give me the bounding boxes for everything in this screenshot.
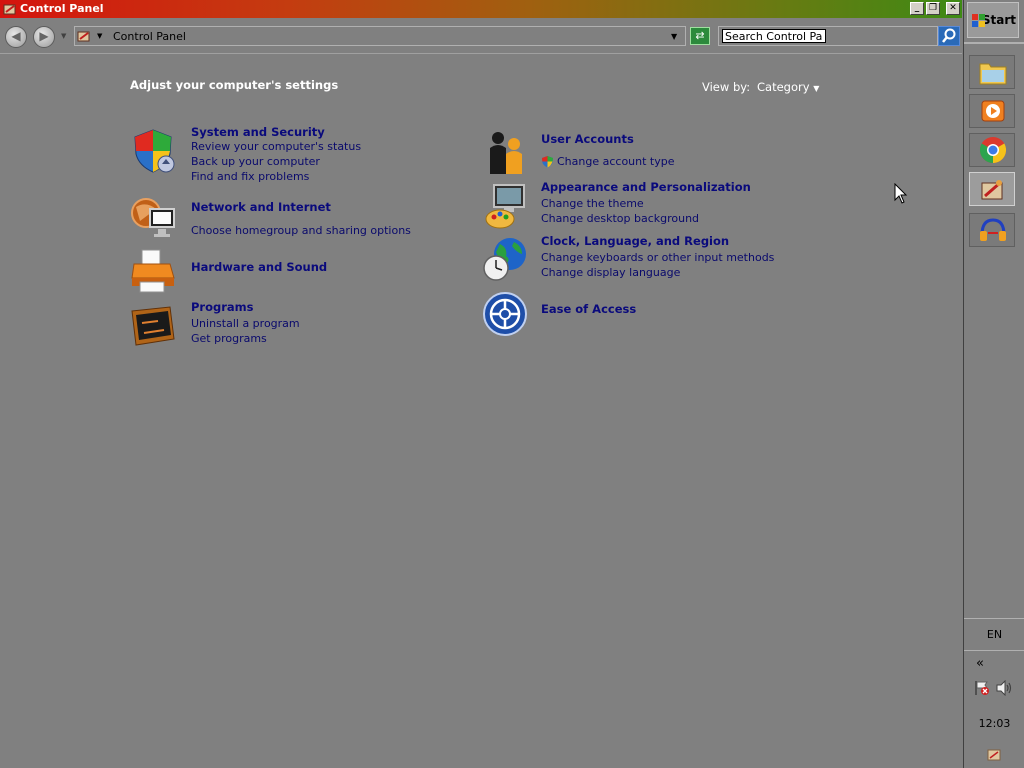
category-clock-language-region[interactable]: Clock, Language, and Region [541,234,729,248]
users-icon [490,132,522,174]
link-review-status[interactable]: Review your computer's status [191,140,361,153]
start-button[interactable]: Start [967,2,1019,38]
taskbar-chrome[interactable] [969,133,1015,167]
taskbar-separator [964,42,1024,44]
tray-expand-button[interactable]: « [976,656,984,671]
page-title: Adjust your computer's settings [130,78,339,92]
tray-separator [964,650,1024,651]
link-change-theme[interactable]: Change the theme [541,197,644,210]
view-by-label: View by: [702,80,751,94]
control-panel-icon [3,4,16,15]
taskbar-audio-app[interactable] [969,213,1015,247]
windows-logo-icon [972,14,985,27]
restore-button[interactable]: ❐ [926,2,940,15]
file-explorer-icon [979,63,1007,85]
refresh-button[interactable]: ⇄ [690,27,710,45]
control-panel-icon [77,31,90,42]
category-ease-of-access[interactable]: Ease of Access [541,302,636,316]
breadcrumb-chevron-icon[interactable]: ▼ [97,32,102,40]
link-uninstall-program[interactable]: Uninstall a program [191,317,300,330]
control-panel-icon [981,180,1003,200]
mouse-cursor-icon [894,183,908,204]
volume-icon[interactable] [996,680,1014,696]
link-get-programs[interactable]: Get programs [191,332,267,345]
taskbar: Start EN « 12:03 [963,0,1024,768]
category-hardware-and-sound[interactable]: Hardware and Sound [191,260,327,274]
taskbar-file-explorer[interactable] [969,55,1015,89]
address-text: Control Panel [113,30,186,43]
category-system-and-security[interactable]: System and Security [191,125,325,139]
link-back-up[interactable]: Back up your computer [191,155,320,168]
clock[interactable]: 12:03 [964,717,1024,730]
start-label: Start [981,13,1016,27]
headphones-icon [980,218,1006,241]
magnifier-icon [942,28,956,43]
title-bar[interactable]: Control Panel _ ❐ ✕ [0,0,962,18]
appearance-icon [485,184,525,229]
category-appearance-personalization[interactable]: Appearance and Personalization [541,180,751,194]
navigation-toolbar: ◀ ▶ ▼ ▼ Control Panel ▼ ⇄ [0,19,962,54]
chrome-icon [979,137,1007,164]
category-user-accounts[interactable]: User Accounts [541,132,634,146]
search-box[interactable] [718,26,938,46]
minimize-button[interactable]: _ [910,2,924,15]
network-icon [131,198,175,237]
shield-icon [134,129,175,173]
search-input[interactable] [722,29,826,43]
forward-button[interactable]: ▶ [33,26,55,48]
media-player-icon [981,100,1005,122]
link-homegroup-sharing[interactable]: Choose homegroup and sharing options [191,224,411,237]
link-find-fix-problems[interactable]: Find and fix problems [191,170,309,183]
window-title: Control Panel [20,2,104,15]
view-by-value: Category [757,80,810,94]
uac-shield-icon [542,156,553,168]
search-button[interactable] [938,26,960,46]
control-panel-window: Control Panel _ ❐ ✕ ◀ ▶ ▼ ▼ Control Pane… [0,0,962,768]
category-programs[interactable]: Programs [191,300,254,314]
printer-icon [131,249,175,293]
recent-pages-chevron-icon[interactable]: ▼ [61,32,66,40]
category-network-and-internet[interactable]: Network and Internet [191,200,331,214]
link-change-display-language[interactable]: Change display language [541,266,680,279]
action-center-flag-icon[interactable] [974,680,990,696]
taskbar-media-player[interactable] [969,94,1015,128]
programs-icon [131,306,175,346]
chevron-down-icon: ▼ [813,84,820,93]
back-button[interactable]: ◀ [5,26,27,48]
taskbar-control-panel[interactable] [969,172,1015,206]
tray-separator [964,618,1024,619]
clock-globe-icon [483,238,526,281]
link-change-keyboards[interactable]: Change keyboards or other input methods [541,251,774,264]
view-by-dropdown[interactable]: Category ▼ [757,80,819,94]
address-bar[interactable]: ▼ Control Panel ▼ [74,26,686,46]
link-change-account-type[interactable]: Change account type [557,155,675,168]
link-change-desktop-background[interactable]: Change desktop background [541,212,699,225]
close-button[interactable]: ✕ [946,2,960,15]
ease-of-access-icon [483,292,527,336]
address-dropdown-icon[interactable]: ▼ [671,32,677,41]
language-indicator[interactable]: EN [964,628,1024,641]
show-desktop-icon[interactable] [986,748,1002,762]
